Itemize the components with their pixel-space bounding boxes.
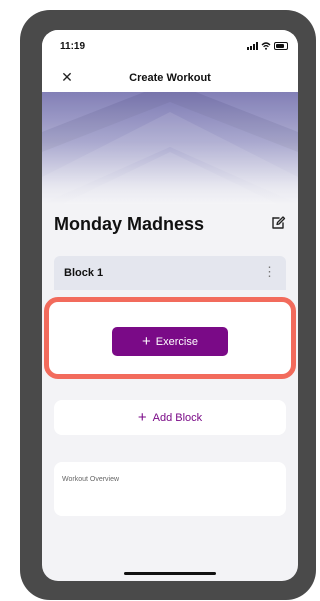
battery-icon: [274, 42, 288, 50]
add-exercise-button[interactable]: + Exercise: [112, 327, 228, 356]
status-bar: 11:19: [42, 30, 298, 64]
plus-icon: +: [137, 409, 147, 426]
home-indicator[interactable]: [124, 572, 216, 575]
block-card[interactable]: Block 1 ⋮: [54, 256, 286, 290]
hero-banner: [42, 92, 298, 204]
workout-overview-field[interactable]: Workout Overview: [54, 462, 286, 516]
app-screen: 11:19 ✕ Create Workout Monday Madness Bl…: [42, 30, 298, 581]
workout-overview-placeholder: Workout Overview: [62, 476, 120, 483]
hero-chevron-pattern: [42, 92, 298, 204]
block-label: Block 1: [64, 267, 104, 279]
add-exercise-label: Exercise: [155, 335, 198, 348]
wifi-icon: [261, 42, 271, 50]
status-icons: [247, 42, 288, 50]
workout-title: Monday Madness: [54, 214, 205, 234]
plus-icon: +: [142, 333, 151, 350]
edit-pencil-icon[interactable]: [270, 215, 286, 231]
page-title: Create Workout: [129, 72, 211, 84]
nav-bar: ✕ Create Workout: [42, 64, 298, 92]
more-vertical-icon[interactable]: ⋮: [263, 265, 276, 279]
status-time: 11:19: [60, 41, 86, 52]
add-block-button[interactable]: + Add Block: [54, 400, 286, 435]
add-block-label: Add Block: [152, 411, 203, 424]
cellular-signal-icon: [247, 42, 258, 50]
